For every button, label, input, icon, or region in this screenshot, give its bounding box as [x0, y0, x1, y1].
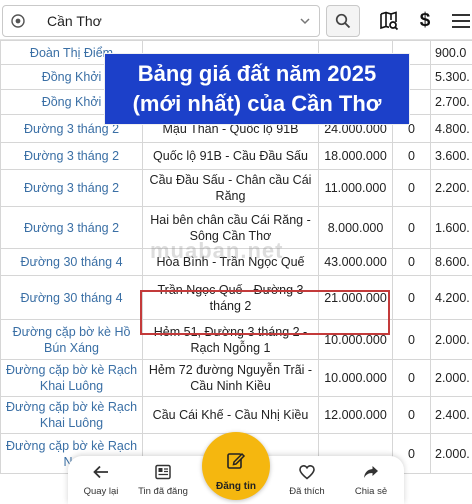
map-search-button[interactable]: [376, 8, 402, 34]
search-button[interactable]: [326, 5, 360, 37]
chevron-down-icon: [291, 15, 319, 27]
post-listing-label: Đăng tin: [216, 481, 256, 492]
road-name-cell[interactable]: Đường 30 tháng 4: [0, 248, 143, 276]
value-cell-last: 2.400.: [430, 396, 472, 434]
news-icon: [154, 462, 172, 482]
nav-posted-label: Tin đã đăng: [138, 486, 188, 497]
road-name-cell[interactable]: Đường 3 tháng 2: [0, 206, 143, 249]
edit-icon: [226, 450, 246, 475]
road-segment-cell: Cầu Đầu Sấu - Chân cầu Cái Răng: [142, 169, 319, 207]
price-cell: 43.000.000: [318, 248, 393, 276]
value-cell-last: 1.600.: [430, 206, 472, 249]
value-cell-last: 2.700.: [430, 89, 472, 115]
table-row: Đường 3 tháng 2 Quốc lộ 91B - Cầu Đầu Sấu…: [0, 142, 472, 170]
road-name-cell[interactable]: Đường cặp bờ kè Rạch Khai Luông: [0, 396, 143, 434]
value-cell-last: 2.000.: [430, 319, 472, 360]
value-cell-last: 5.300.: [430, 64, 472, 90]
value-cell: 0: [392, 359, 431, 397]
nav-back-label: Quay lại: [83, 486, 119, 497]
value-cell-last: 2.000.: [430, 433, 472, 474]
road-name-cell[interactable]: Đường cặp bờ kè Hồ Bún Xáng: [0, 319, 143, 360]
value-cell-last: 2.000.: [430, 359, 472, 397]
title-banner: Bảng giá đất năm 2025 (mới nhất) của Cần…: [104, 53, 410, 125]
highlight-box: [140, 290, 390, 335]
nav-share[interactable]: Chia sẻ: [340, 462, 402, 502]
value-cell-last: 4.200.: [430, 275, 472, 320]
table-row: Đường cặp bờ kè Rạch Khai Luông Cầu Cái K…: [0, 396, 472, 434]
price-cell: 12.000.000: [318, 396, 393, 434]
price-cell: 10.000.000: [318, 359, 393, 397]
price-cell: 18.000.000: [318, 142, 393, 170]
price-cell: 11.000.000: [318, 169, 393, 207]
share-icon: [362, 462, 380, 482]
location-pin-icon: [3, 6, 33, 36]
banner-line-2: (mới nhất) của Cần Thơ: [132, 91, 382, 116]
road-name-cell[interactable]: Đường 30 tháng 4: [0, 275, 143, 320]
value-cell: 0: [392, 206, 431, 249]
road-segment-cell: Cầu Cái Khế - Cầu Nhị Kiều: [142, 396, 319, 434]
post-listing-button[interactable]: Đăng tin: [202, 432, 270, 500]
value-cell-last: 900.0: [430, 40, 472, 65]
road-segment-cell: Hẻm 72 đường Nguyễn Trãi - Cầu Ninh Kiều: [142, 359, 319, 397]
road-name-cell[interactable]: Đường 3 tháng 2: [0, 169, 143, 207]
top-bar: Cần Thơ $: [0, 0, 472, 40]
banner-line-1: Bảng giá đất năm 2025: [137, 61, 377, 86]
nav-share-label: Chia sẻ: [354, 486, 388, 497]
search-icon: [335, 13, 351, 29]
value-cell: 0: [392, 169, 431, 207]
value-cell-last: 2.200.: [430, 169, 472, 207]
table-row: Đường 3 tháng 2 Cầu Đầu Sấu - Chân cầu Cá…: [0, 169, 472, 207]
road-name-cell[interactable]: Đường 3 tháng 2: [0, 142, 143, 170]
value-cell: 0: [392, 396, 431, 434]
road-segment-cell: Quốc lộ 91B - Cầu Đầu Sấu: [142, 142, 319, 170]
table-row: Đường cặp bờ kè Rạch Khai Luông Hẻm 72 đư…: [0, 359, 472, 397]
value-cell: 0: [392, 248, 431, 276]
nav-liked-label: Đã thích: [289, 486, 325, 497]
menu-icon[interactable]: [446, 8, 472, 34]
value-cell: 0: [392, 275, 431, 320]
arrow-left-icon: [92, 462, 110, 482]
value-cell: 0: [392, 319, 431, 360]
value-cell-last: 4.800.: [430, 114, 472, 143]
value-cell: 0: [392, 142, 431, 170]
heart-icon: [298, 462, 316, 482]
location-name: Cần Thơ: [47, 13, 102, 29]
price-cell: 8.000.000: [318, 206, 393, 249]
watermark: muaban.net: [150, 238, 284, 263]
dollar-icon[interactable]: $: [414, 6, 436, 36]
nav-back[interactable]: Quay lại: [70, 462, 132, 502]
location-select[interactable]: Cần Thơ: [2, 5, 320, 37]
map-search-icon: [380, 11, 399, 31]
nav-liked[interactable]: Đã thích: [276, 462, 338, 502]
value-cell-last: 8.600.: [430, 248, 472, 276]
road-name-cell[interactable]: Đường cặp bờ kè Rạch Khai Luông: [0, 359, 143, 397]
nav-posted[interactable]: Tin đã đăng: [132, 462, 194, 502]
value-cell-last: 3.600.: [430, 142, 472, 170]
